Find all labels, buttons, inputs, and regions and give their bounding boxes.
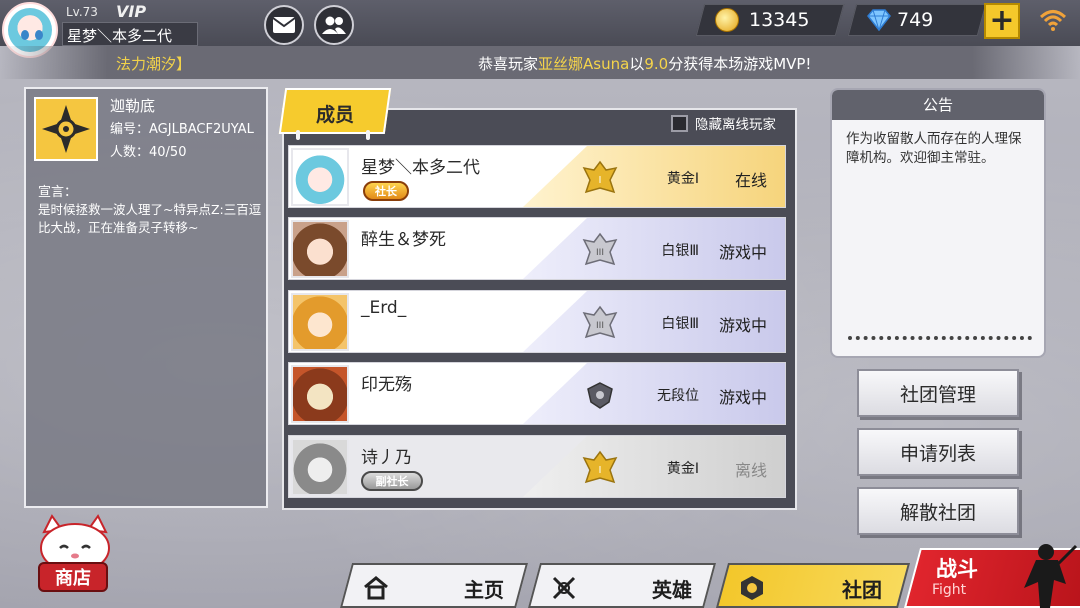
fight-label: 战斗 [936,557,978,581]
member-status: 游戏中 [718,316,767,335]
notice-title: 公告 [832,90,1044,120]
member-rank: 黄金Ⅰ [666,171,699,187]
notice-board: 公告 作为收留散人而存在的人理保障机构。欢迎御主常驻。 [830,88,1046,358]
diamond-counter[interactable]: 749 [847,4,987,36]
house-icon [362,574,390,602]
gold-rank-icon: I [579,448,621,488]
president-badge: 社长 [363,181,409,201]
mail-button[interactable] [264,5,304,45]
declaration-title: 宣言： [38,185,78,200]
rank-zone: III 白银Ⅲ 游戏中 [523,291,785,352]
add-currency-button[interactable]: + [984,3,1020,39]
member-name: 诗丿乃 [361,448,412,468]
rank-zone: I 黄金Ⅰ 在线 [523,146,785,207]
guild-info-panel: 迦勒底 编号：AGJLBACF2UYAL 人数：40/50 宣言： 是时候拯救一… [24,87,268,508]
manage-club-button[interactable]: 社团管理 [857,369,1019,417]
avatar-eye-right [35,30,43,40]
marquee-suffix: 分获得本场游戏MVP! [668,55,812,73]
member-name: 印无殇 [361,375,412,395]
svg-text:I: I [599,175,602,186]
member-rank: 黄金Ⅰ [666,461,699,477]
guild-id: 编号：AGJLBACF2UYAL [110,122,254,137]
warrior-silhouette-icon [1024,544,1078,608]
guild-name: 迦勒底 [110,97,156,115]
declaration-text: 是时候拯救一波人理了~特异点Z:三百逗比大战，正在准备灵子转移~ [38,202,262,235]
mvp-announcement: 恭喜玩家亚丝娜Asuna以9.0分获得本场游戏MVP! [478,53,811,74]
member-avatar [291,365,349,423]
member-status: 离线 [734,461,767,480]
player-name: 星梦＼本多二代 [62,22,198,46]
hide-offline-checkbox[interactable] [671,114,688,132]
member-status: 在线 [734,171,767,190]
crossed-swords-icon [550,574,578,602]
gold-rank-icon: I [579,158,621,198]
marquee-player: 亚丝娜Asuna [538,55,630,73]
member-avatar [291,438,349,496]
guild-details: 迦勒底 编号：AGJLBACF2UYAL 人数：40/50 [110,95,254,164]
rank-zone: I 黄金Ⅰ 离线 [523,436,785,497]
marquee-score: 9.0 [644,55,669,73]
member-avatar [291,220,349,278]
disband-club-button[interactable]: 解散社团 [857,487,1019,535]
member-status: 游戏中 [718,243,767,262]
member-row[interactable]: 诗丿乃 副社长 I 黄金Ⅰ 离线 [288,435,786,498]
member-status: 游戏中 [718,388,767,407]
nav-heroes-label: 英雄 [652,578,692,602]
diamond-amount: 749 [897,9,934,31]
tab-members-label: 成员 [316,104,355,126]
tab-pin [366,130,370,140]
request-list-button[interactable]: 申请列表 [857,428,1019,476]
nav-club[interactable]: 社团 [715,563,911,608]
member-name: 星梦＼本多二代 [361,158,480,178]
hide-offline-toggle[interactable]: 隐藏离线玩家 [671,113,776,133]
gold-amount: 13345 [749,9,810,31]
vice-president-badge: 副社长 [361,471,423,491]
envelope-icon [272,17,296,33]
wifi-icon [1039,10,1067,31]
notice-body: 作为收留散人而存在的人理保障机构。欢迎御主常驻。 [846,131,1022,166]
friends-icon [322,16,346,34]
vip-badge[interactable]: VIP [116,2,146,21]
fight-label-en: Fight [932,582,967,598]
rank-zone: III 白银Ⅲ 游戏中 [523,218,785,279]
hide-offline-label: 隐藏离线玩家 [695,117,776,133]
member-row[interactable]: 星梦＼本多二代 社长 I 黄金Ⅰ 在线 [288,145,786,208]
marquee-middle: 以 [629,55,645,73]
member-rank: 无段位 [657,388,699,404]
rank-zone: 无段位 游戏中 [523,363,785,424]
guild-emblem-icon [34,97,98,161]
nav-home[interactable]: 主页 [339,563,529,608]
member-name: 醉生＆梦死 [361,230,446,250]
shop-button[interactable]: 商店 [38,562,108,592]
gold-coin-icon [715,8,739,32]
nav-home-label: 主页 [464,578,504,602]
gold-counter[interactable]: 13345 [695,4,845,36]
nav-club-label: 社团 [842,578,882,602]
friends-button[interactable] [314,5,354,45]
member-avatar [291,148,349,206]
member-row[interactable]: 印无殇 无段位 游戏中 [288,362,786,425]
diamond-icon [867,9,891,31]
tab-pin [296,130,300,140]
avatar-eye-left [21,30,29,40]
silver-rank-icon: III [579,230,621,270]
svg-text:III: III [596,248,604,258]
svg-text:III: III [596,321,604,331]
marquee-prefix: 恭喜玩家 [478,55,539,73]
notice-divider [848,336,1032,340]
member-name: _Erd_ [361,298,407,318]
member-rank: 白银Ⅲ [661,243,699,259]
silver-rank-icon: III [579,303,621,343]
member-row[interactable]: _Erd_ III 白银Ⅲ 游戏中 [288,290,786,353]
unranked-icon [579,375,621,415]
player-level: Lv.73 [66,5,98,19]
member-rank: 白银Ⅲ [661,316,699,332]
nav-heroes[interactable]: 英雄 [527,563,717,608]
member-row[interactable]: 醉生＆梦死 III 白银Ⅲ 游戏中 [288,217,786,280]
club-emblem-icon [738,574,766,602]
member-avatar [291,293,349,351]
guild-member-count: 人数：40/50 [110,145,187,160]
svg-text:I: I [599,465,602,476]
marquee-fragment: 法力潮汐】 [116,55,192,73]
